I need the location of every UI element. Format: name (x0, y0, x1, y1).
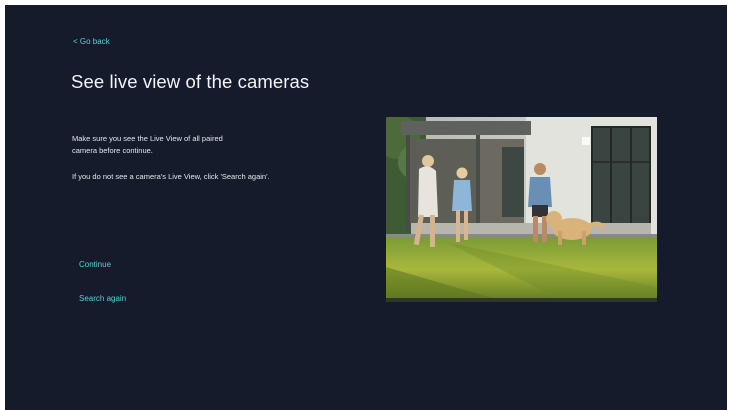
live-view-screen: < Go back See live view of the cameras M… (5, 5, 727, 410)
camera-live-view-image (386, 117, 657, 302)
search-again-hint: If you do not see a camera's Live View, … (72, 172, 270, 181)
page-title: See live view of the cameras (71, 71, 310, 92)
go-back-link[interactable]: < Go back (73, 37, 110, 46)
continue-button[interactable]: Continue (79, 260, 111, 269)
instruction-text: Make sure you see the Live View of all p… (72, 134, 223, 155)
camera-live-view (386, 117, 657, 302)
search-again-button[interactable]: Search again (79, 294, 126, 303)
